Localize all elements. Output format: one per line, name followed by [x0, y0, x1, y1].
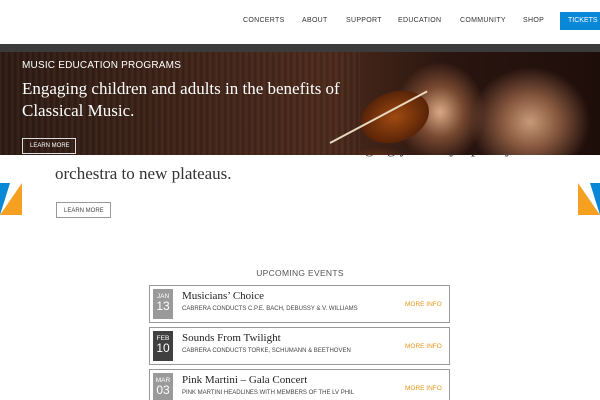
more-info-link[interactable]: MORE INFO	[405, 385, 442, 392]
hero-slide: MUSIC EDUCATION PROGRAMS Engaging childr…	[0, 52, 600, 155]
event-day: 13	[156, 299, 170, 313]
event-card[interactable]: JAN 13 Musicians’ Choice CABRERA CONDUCT…	[149, 285, 450, 323]
slider-next-arrow[interactable]	[578, 183, 600, 215]
tickets-button[interactable]: TICKETS	[560, 12, 600, 30]
event-subtitle: CABRERA CONDUCTS TORKE, SCHUMANN & BEETH…	[182, 348, 351, 354]
event-card[interactable]: MAR 03 Pink Martini – Gala Concert PINK …	[149, 369, 450, 400]
more-info-link[interactable]: MORE INFO	[405, 301, 442, 308]
event-day: 10	[156, 341, 170, 355]
event-title[interactable]: Musicians’ Choice	[182, 290, 264, 302]
more-info-link[interactable]: MORE INFO	[405, 343, 442, 350]
nav-community[interactable]: COMMUNITY	[460, 17, 506, 24]
nav-concerts[interactable]: CONCERTS	[243, 17, 285, 24]
event-subtitle: PINK MARTINI HEADLINES WITH MEMBERS OF T…	[182, 390, 355, 396]
event-title[interactable]: Sounds From Twilight	[182, 332, 281, 344]
header-divider	[0, 44, 600, 52]
event-card[interactable]: FEB 10 Sounds From Twilight CABRERA COND…	[149, 327, 450, 365]
nav-education[interactable]: EDUCATION	[398, 17, 441, 24]
event-title[interactable]: Pink Martini – Gala Concert	[182, 374, 307, 386]
hero-learn-more-button[interactable]: LEARN MORE	[22, 138, 76, 154]
event-day: 03	[156, 383, 170, 397]
background-learn-more-button[interactable]: LEARN MORE	[56, 202, 111, 218]
hero-label: MUSIC EDUCATION PROGRAMS	[22, 60, 182, 71]
event-subtitle: CABRERA CONDUCTS C.P.E. BACH, DEBUSSY & …	[182, 306, 358, 312]
upcoming-events-heading: UPCOMING EVENTS	[256, 268, 344, 278]
slider-prev-arrow[interactable]	[0, 183, 22, 215]
nav-support[interactable]: SUPPORT	[346, 17, 382, 24]
nav-about[interactable]: ABOUT	[302, 17, 328, 24]
nav-shop[interactable]: SHOP	[523, 17, 544, 24]
background-slide-text: orchestra to new plateaus.	[55, 164, 232, 183]
event-date-badge: JAN 13	[153, 289, 173, 319]
event-date-badge: FEB 10	[153, 331, 173, 361]
top-navigation: CONCERTS ABOUT SUPPORT EDUCATION COMMUNI…	[0, 0, 600, 44]
event-date-badge: MAR 03	[153, 373, 173, 400]
hero-headline: Engaging children and adults in the bene…	[22, 79, 340, 120]
